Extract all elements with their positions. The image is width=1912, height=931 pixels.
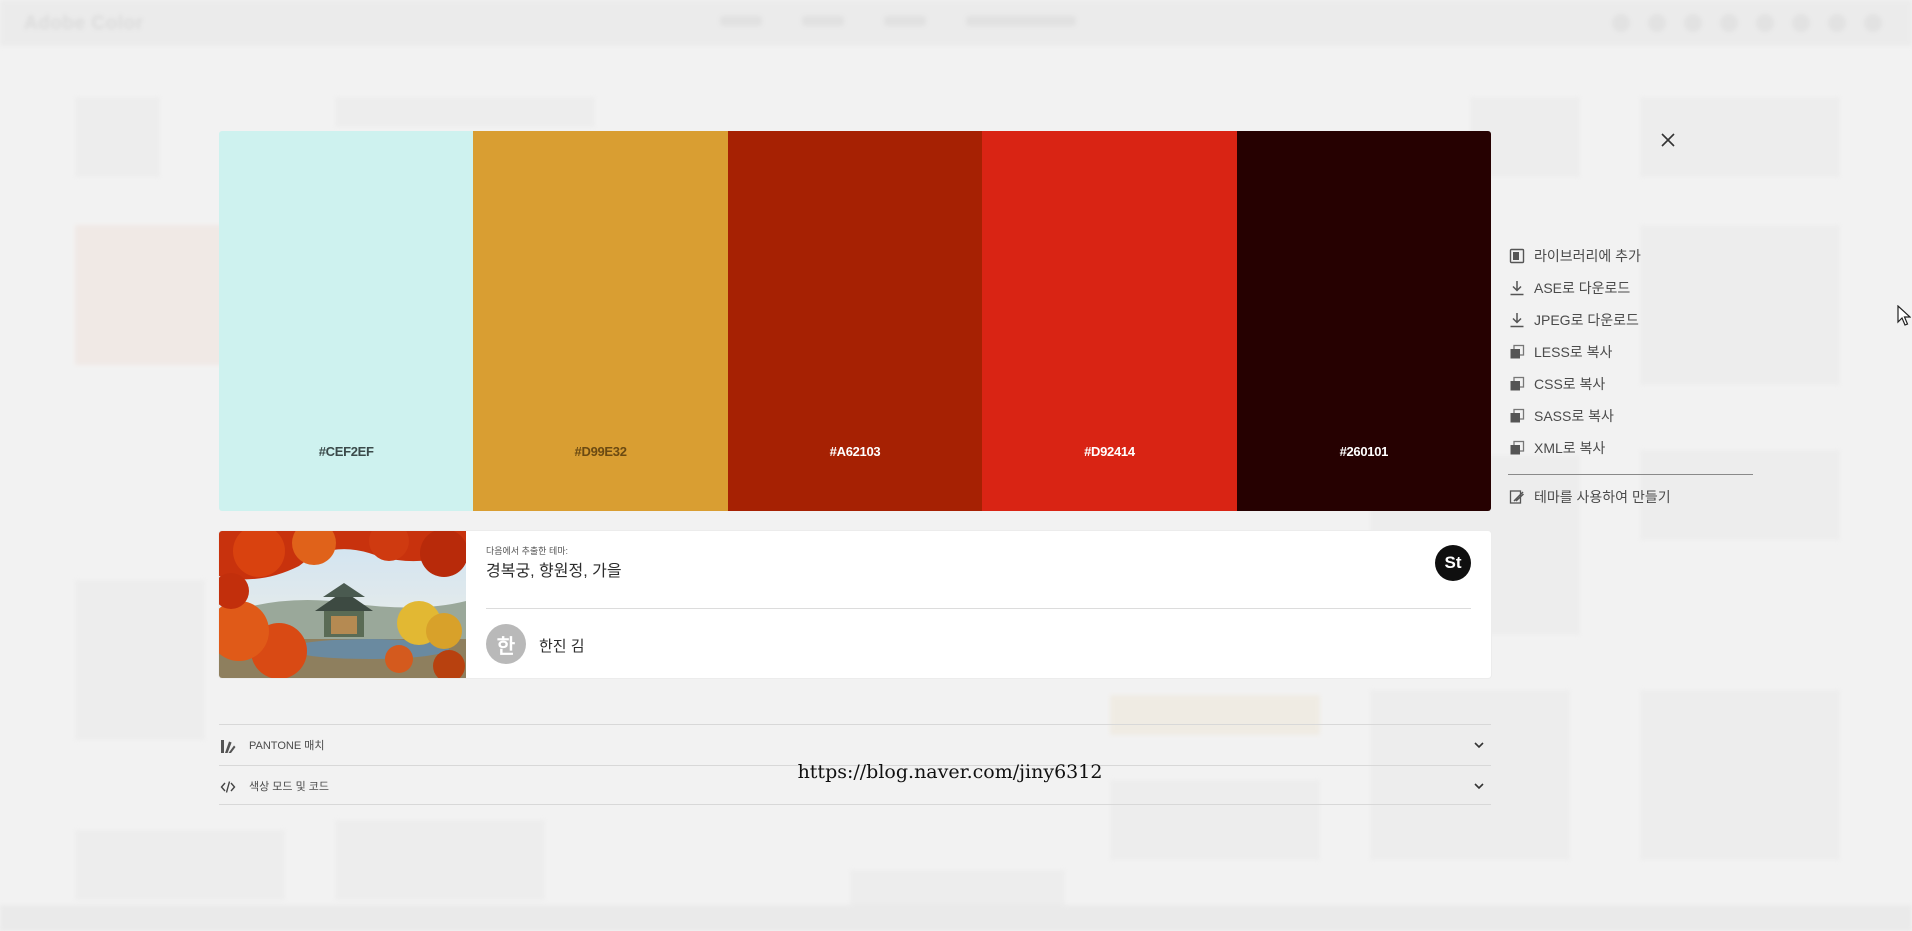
swatch-hex-label: #CEF2EF [318,444,374,459]
theme-details: 다음에서 추출한 테마: 경복궁, 향원정, 가을 St 한 한진 김 [486,531,1471,678]
background-header-icons [1612,14,1882,32]
close-button[interactable] [1656,128,1680,152]
pantone-icon [219,737,237,755]
swatch-3[interactable]: #A62103 [727,131,983,511]
background-nav [720,16,1076,26]
library-icon [1508,247,1526,265]
extracted-from-label: 다음에서 추출한 테마: [486,546,569,556]
download-ase-label: ASE로 다운로드 [1534,280,1631,296]
download-jpeg-button[interactable]: JPEG로 다운로드 [1508,304,1753,336]
avatar[interactable]: 한 [486,624,526,664]
copy-xml-button[interactable]: XML로 복사 [1508,432,1753,464]
theme-divider [486,608,1471,609]
create-with-theme-button[interactable]: 테마를 사용하여 만들기 [1508,481,1753,513]
theme-title[interactable]: 경복궁, 향원정, 가을 [486,557,622,581]
background-footer [0,905,1912,931]
code-icon [219,778,237,796]
copy-sass-label: SASS로 복사 [1534,408,1614,424]
download-icon [1508,311,1526,329]
mouse-cursor-icon [1897,305,1911,326]
swatch-hex-label: #A62103 [829,444,881,459]
actions-divider [1508,474,1753,475]
swatch-2[interactable]: #D99E32 [473,131,728,511]
copy-less-label: LESS로 복사 [1534,344,1613,360]
background-header: Adobe Color [0,0,1912,46]
chevron-down-icon [1474,742,1484,749]
swatch-1[interactable]: #CEF2EF [219,131,474,511]
pantone-match-accordion[interactable]: PANTONE 매치 [219,724,1491,764]
create-with-theme-label: 테마를 사용하여 만들기 [1534,489,1671,505]
swatch-hex-label: #260101 [1339,444,1389,459]
theme-actions: 라이브러리에 추가 ASE로 다운로드 JPEG로 다운로드 LESS로 복사 … [1508,240,1753,513]
autumn-palace-illustration [219,531,466,678]
chevron-down-icon [1474,783,1484,790]
blog-watermark: https://blog.naver.com/jiny6312 [797,761,1103,783]
copy-icon [1508,375,1526,393]
adobe-stock-button[interactable]: St [1435,545,1471,581]
download-icon [1508,279,1526,297]
swatch-hex-label: #D99E32 [574,444,627,459]
copy-sass-button[interactable]: SASS로 복사 [1508,400,1753,432]
copy-icon [1508,439,1526,457]
color-modes-label: 색상 모드 및 코드 [249,781,330,793]
background-logo: Adobe Color [24,13,144,34]
copy-less-button[interactable]: LESS로 복사 [1508,336,1753,368]
download-ase-button[interactable]: ASE로 다운로드 [1508,272,1753,304]
theme-source-photo[interactable] [219,531,466,678]
add-to-library-button[interactable]: 라이브러리에 추가 [1508,240,1753,272]
copy-xml-label: XML로 복사 [1534,440,1606,456]
copy-css-button[interactable]: CSS로 복사 [1508,368,1753,400]
swatch-hex-label: #D92414 [1084,444,1135,459]
create-icon [1508,488,1526,506]
swatch-5[interactable]: #260101 [1236,131,1491,511]
pantone-match-label: PANTONE 매치 [249,740,325,752]
color-palette: #CEF2EF #D99E32 #A62103 #D92414 #260101 [219,131,1491,511]
swatch-4[interactable]: #D92414 [982,131,1237,511]
copy-icon [1508,343,1526,361]
close-icon [1661,133,1675,147]
copy-icon [1508,407,1526,425]
theme-info-card: 다음에서 추출한 테마: 경복궁, 향원정, 가을 St 한 한진 김 [219,531,1491,678]
author-name[interactable]: 한진 김 [539,635,585,656]
download-jpeg-label: JPEG로 다운로드 [1534,312,1639,328]
copy-css-label: CSS로 복사 [1534,376,1606,392]
add-to-library-label: 라이브러리에 추가 [1534,248,1641,264]
